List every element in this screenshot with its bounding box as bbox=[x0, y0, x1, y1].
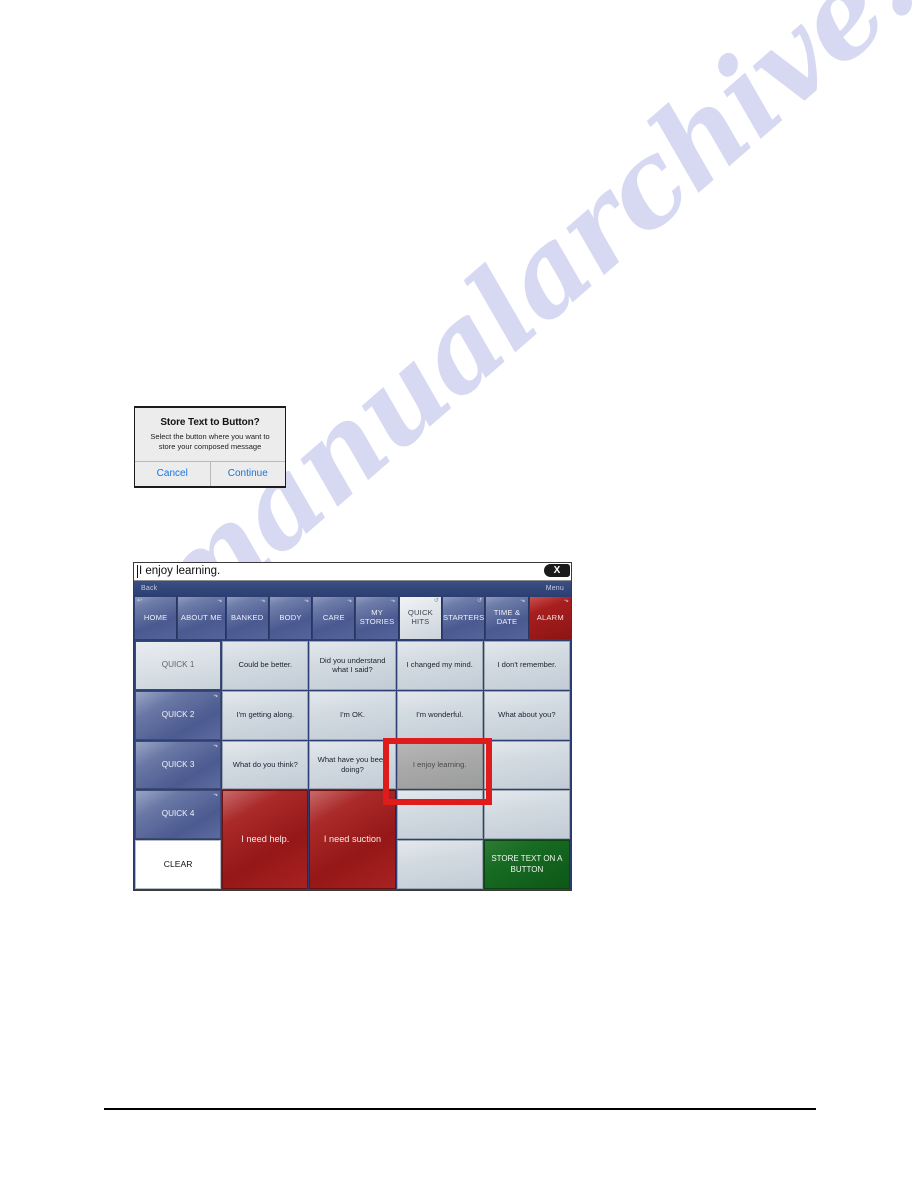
grid-cell-label: QUICK 1 bbox=[161, 660, 195, 670]
close-icon[interactable]: X bbox=[544, 564, 570, 577]
link-arrow-icon: ⬎ bbox=[217, 598, 223, 604]
grid-cell-label: CLEAR bbox=[163, 859, 193, 869]
nav-button-label: ABOUT ME bbox=[180, 612, 222, 622]
nav-button-label: BANKED bbox=[230, 612, 264, 622]
refresh-icon: ↺ bbox=[477, 598, 483, 604]
nav-button-label: ALARM bbox=[536, 612, 564, 622]
grid-cell-store-text-on-a-button[interactable]: STORE TEXT ON A BUTTON bbox=[483, 840, 570, 889]
grid-cell-could-be-better[interactable]: Could be better. bbox=[222, 641, 309, 690]
grid-cell-label: QUICK 4 bbox=[161, 809, 195, 819]
grid-cell-label: Did you understand what I said? bbox=[319, 655, 386, 675]
dialog-body: Store Text to Button? Select the button … bbox=[135, 408, 285, 461]
grid-cell-quick-2[interactable]: ⬎ QUICK 2 bbox=[135, 690, 222, 740]
grid-cell-label: I'm wonderful. bbox=[416, 710, 464, 720]
link-arrow-icon: ⬎ bbox=[213, 692, 219, 699]
message-compose-bar[interactable]: I enjoy learning. X bbox=[134, 563, 571, 581]
link-arrow-icon: ⬎ bbox=[213, 742, 219, 749]
grid-cell-empty-18 bbox=[396, 790, 483, 840]
grid-cell-label: I enjoy learning. bbox=[412, 760, 467, 770]
nav-button-quick-hits[interactable]: ↺ QUICK HITS bbox=[399, 597, 443, 639]
grid-cell-label: I changed my mind. bbox=[406, 660, 473, 670]
dialog-message: Select the button where you want to stor… bbox=[150, 432, 270, 452]
grid-cell-what-have-you-been-doing[interactable]: What have you been doing? bbox=[309, 740, 396, 790]
link-arrow-icon: ⬎ bbox=[390, 598, 396, 604]
grid-cell-label: Could be better. bbox=[238, 660, 293, 670]
nav-button-label: STARTERS bbox=[443, 612, 485, 622]
message-button-grid: QUICK 1 Could be better. Did you understan… bbox=[134, 640, 571, 890]
grid-cell-label: I'm OK. bbox=[339, 710, 366, 720]
grid-cell-label: STORE TEXT ON A BUTTON bbox=[491, 854, 563, 874]
nav-button-home[interactable]: ↩ HOME bbox=[135, 597, 178, 639]
grid-cell-clear[interactable]: CLEAR bbox=[135, 840, 222, 889]
dialog-title: Store Text to Button? bbox=[160, 417, 260, 428]
category-nav-row: ↩ HOME ⬎ ABOUT ME ⬎ BANKED ⬎ BODY ⬎ CARE ⬎ MY STORI… bbox=[134, 596, 571, 640]
link-arrow-icon: ⬎ bbox=[563, 598, 569, 604]
grid-cell-what-about-you[interactable]: What about you? bbox=[483, 690, 570, 740]
grid-cell-i-need-help[interactable]: I need help. bbox=[222, 790, 309, 889]
nav-button-alarm[interactable]: ⬎ ALARM bbox=[529, 597, 571, 639]
grid-cell-label: I need suction bbox=[323, 833, 382, 844]
grid-cell-label: I'm getting along. bbox=[236, 710, 295, 720]
nav-button-label: MY STORIES bbox=[359, 608, 395, 626]
refresh-icon: ↺ bbox=[433, 598, 440, 604]
grid-cell-label: What have you been doing? bbox=[317, 755, 388, 774]
grid-cell-label: QUICK 2 bbox=[161, 709, 195, 719]
link-arrow-icon: ⬎ bbox=[347, 598, 353, 604]
grid-cell-label: I need help. bbox=[241, 833, 290, 844]
nav-button-banked[interactable]: ⬎ BANKED bbox=[226, 597, 269, 639]
grid-cell-i-don-t-remember[interactable]: I don't remember. bbox=[483, 641, 570, 690]
dialog-actions: Cancel Continue bbox=[135, 461, 285, 487]
nav-button-label: HOME bbox=[143, 612, 168, 622]
nav-button-label: BODY bbox=[279, 612, 302, 622]
link-arrow-icon: ⬎ bbox=[213, 792, 219, 799]
nav-button-body[interactable]: ⬎ BODY bbox=[269, 597, 313, 639]
store-text-dialog: Store Text to Button? Select the button … bbox=[134, 406, 286, 489]
grid-cell-label: QUICK 3 bbox=[161, 759, 195, 769]
back-arrow-icon: ↩ bbox=[137, 598, 143, 604]
nav-button-my-stories[interactable]: ⬎ MY STORIES bbox=[356, 597, 399, 639]
page-footer-rule bbox=[104, 1108, 816, 1110]
grid-cell-i-enjoy-learning[interactable]: I enjoy learning. bbox=[396, 740, 483, 790]
grid-cell-empty-19 bbox=[483, 790, 570, 840]
grid-cell-quick-1[interactable]: QUICK 1 bbox=[135, 641, 222, 690]
link-arrow-icon: ⬎ bbox=[303, 598, 310, 604]
nav-button-label: TIME & DATE bbox=[493, 608, 521, 626]
device-toolbar: Back Menu bbox=[134, 581, 571, 596]
nav-button-label: CARE bbox=[322, 612, 345, 622]
grid-cell-label: I don't remember. bbox=[497, 660, 557, 670]
grid-cell-empty-21 bbox=[396, 840, 483, 889]
grid-cell-label: What about you? bbox=[498, 710, 556, 720]
link-arrow-icon: ⬎ bbox=[520, 598, 526, 604]
menu-button[interactable]: Menu bbox=[546, 585, 564, 592]
grid-cell-i-m-ok[interactable]: I'm OK. bbox=[309, 690, 396, 740]
grid-cell-label: What do you think? bbox=[232, 760, 298, 770]
aac-device-screen: I enjoy learning. X Back Menu ↩ HOME ⬎ ABOU… bbox=[133, 562, 572, 891]
grid-cell-did-you-understand-what-i-sa[interactable]: Did you understand what I said? bbox=[309, 641, 396, 690]
grid-cell-i-m-getting-along[interactable]: I'm getting along. bbox=[222, 690, 309, 740]
grid-cell-i-need-suction[interactable]: I need suction bbox=[309, 790, 396, 889]
composed-message-text: I enjoy learning. bbox=[139, 564, 221, 577]
continue-button[interactable]: Continue bbox=[209, 462, 285, 487]
grid-cell-i-m-wonderful[interactable]: I'm wonderful. bbox=[396, 690, 483, 740]
nav-button-starters[interactable]: ↺ STARTERS bbox=[443, 597, 486, 639]
nav-button-label: QUICK HITS bbox=[407, 608, 433, 626]
nav-button-time-date[interactable]: ⬎ TIME & DATE bbox=[486, 597, 529, 639]
link-arrow-icon: ⬎ bbox=[260, 598, 266, 604]
cancel-button[interactable]: Cancel bbox=[135, 462, 210, 487]
watermark-text: manualarchive.com bbox=[115, 0, 918, 660]
nav-button-care[interactable]: ⬎ CARE bbox=[313, 597, 356, 639]
grid-cell-what-do-you-think[interactable]: What do you think? bbox=[222, 740, 309, 790]
grid-cell-i-changed-my-mind[interactable]: I changed my mind. bbox=[396, 641, 483, 690]
grid-cell-empty-14 bbox=[483, 740, 570, 790]
back-button[interactable]: Back bbox=[141, 585, 157, 592]
grid-cell-quick-3[interactable]: ⬎ QUICK 3 bbox=[135, 740, 222, 790]
grid-cell-quick-4[interactable]: ⬎ QUICK 4 bbox=[135, 790, 222, 840]
nav-button-about-me[interactable]: ⬎ ABOUT ME bbox=[178, 597, 226, 639]
text-caret-icon bbox=[137, 565, 138, 578]
